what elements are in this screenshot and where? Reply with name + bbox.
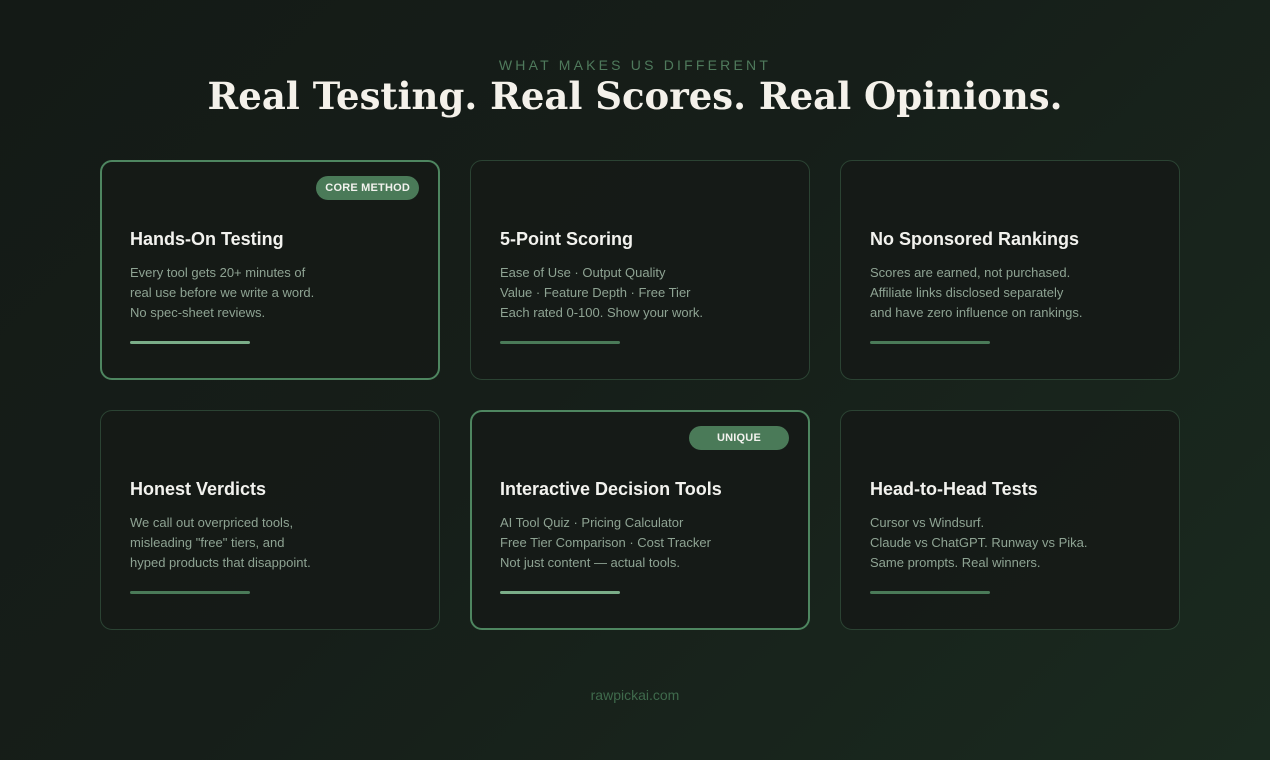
card-description: AI Tool Quiz · Pricing Calculator Free T… bbox=[500, 513, 800, 573]
card-5-point-scoring: 5-Point Scoring Ease of Use · Output Qua… bbox=[470, 160, 810, 380]
card-description-line: Claude vs ChatGPT. Runway vs Pika. bbox=[870, 535, 1088, 550]
card-description-line: Ease of Use · Output Quality bbox=[500, 265, 666, 280]
card-head-to-head-tests: Head-to-Head Tests Cursor vs Windsurf. C… bbox=[840, 410, 1180, 630]
section-eyebrow: WHAT MAKES US DIFFERENT bbox=[498, 57, 772, 73]
card-accent-bar bbox=[870, 591, 990, 594]
card-description-line: misleading "free" tiers, and bbox=[130, 535, 285, 550]
card-description-line: hyped products that disappoint. bbox=[130, 555, 311, 570]
card-description-line: real use before we write a word. bbox=[130, 285, 315, 300]
card-honest-verdicts: Honest Verdicts We call out overpriced t… bbox=[100, 410, 440, 630]
core-method-badge: CORE METHOD bbox=[316, 176, 419, 200]
card-interactive-decision-tools: UNIQUE Interactive Decision Tools AI Too… bbox=[470, 410, 810, 630]
card-title: Honest Verdicts bbox=[130, 479, 267, 499]
card-description-line: Free Tier Comparison · Cost Tracker bbox=[500, 535, 711, 550]
card-description-line: We call out overpriced tools, bbox=[130, 515, 294, 530]
card-description-line: Each rated 0-100. Show your work. bbox=[500, 305, 704, 320]
card-accent-bar bbox=[870, 341, 990, 344]
card-title: 5-Point Scoring bbox=[500, 229, 634, 249]
card-title: No Sponsored Rankings bbox=[870, 229, 1080, 249]
footer-site-url: rawpickai.com bbox=[590, 687, 680, 703]
card-description-line: and have zero influence on rankings. bbox=[870, 305, 1083, 320]
card-title: Hands-On Testing bbox=[130, 229, 284, 249]
card-description-line: Cursor vs Windsurf. bbox=[870, 515, 985, 530]
card-description: Cursor vs Windsurf. Claude vs ChatGPT. R… bbox=[870, 513, 1170, 573]
card-title: Head-to-Head Tests bbox=[870, 479, 1038, 499]
card-accent-bar bbox=[130, 341, 250, 344]
card-description-line: Every tool gets 20+ minutes of bbox=[130, 265, 306, 280]
card-accent-bar bbox=[130, 591, 250, 594]
card-title: Interactive Decision Tools bbox=[500, 479, 722, 499]
card-hands-on-testing: CORE METHOD Hands-On Testing Every tool … bbox=[100, 160, 440, 380]
card-accent-bar bbox=[500, 591, 620, 594]
card-description-line: Same prompts. Real winners. bbox=[870, 555, 1041, 570]
card-description-line: Affiliate links disclosed separately bbox=[870, 285, 1064, 300]
card-description: We call out overpriced tools, misleading… bbox=[130, 513, 430, 573]
card-accent-bar bbox=[500, 341, 620, 344]
feature-grid: CORE METHOD Hands-On Testing Every tool … bbox=[100, 160, 1180, 630]
card-description-line: Value · Feature Depth · Free Tier bbox=[500, 285, 691, 300]
card-description-line: Scores are earned, not purchased. bbox=[870, 265, 1071, 280]
section-headline: Real Testing. Real Scores. Real Opinions… bbox=[207, 74, 1063, 118]
card-description-line: AI Tool Quiz · Pricing Calculator bbox=[500, 515, 684, 530]
card-description: Ease of Use · Output Quality Value · Fea… bbox=[500, 263, 800, 323]
features-section: WHAT MAKES US DIFFERENT Real Testing. Re… bbox=[0, 0, 1270, 760]
unique-badge: UNIQUE bbox=[689, 426, 789, 450]
card-description-line: Not just content — actual tools. bbox=[500, 555, 680, 570]
card-no-sponsored-rankings: No Sponsored Rankings Scores are earned,… bbox=[840, 160, 1180, 380]
card-description: Every tool gets 20+ minutes of real use … bbox=[130, 263, 430, 323]
card-description-line: No spec-sheet reviews. bbox=[130, 305, 266, 320]
card-description: Scores are earned, not purchased. Affili… bbox=[870, 263, 1170, 323]
